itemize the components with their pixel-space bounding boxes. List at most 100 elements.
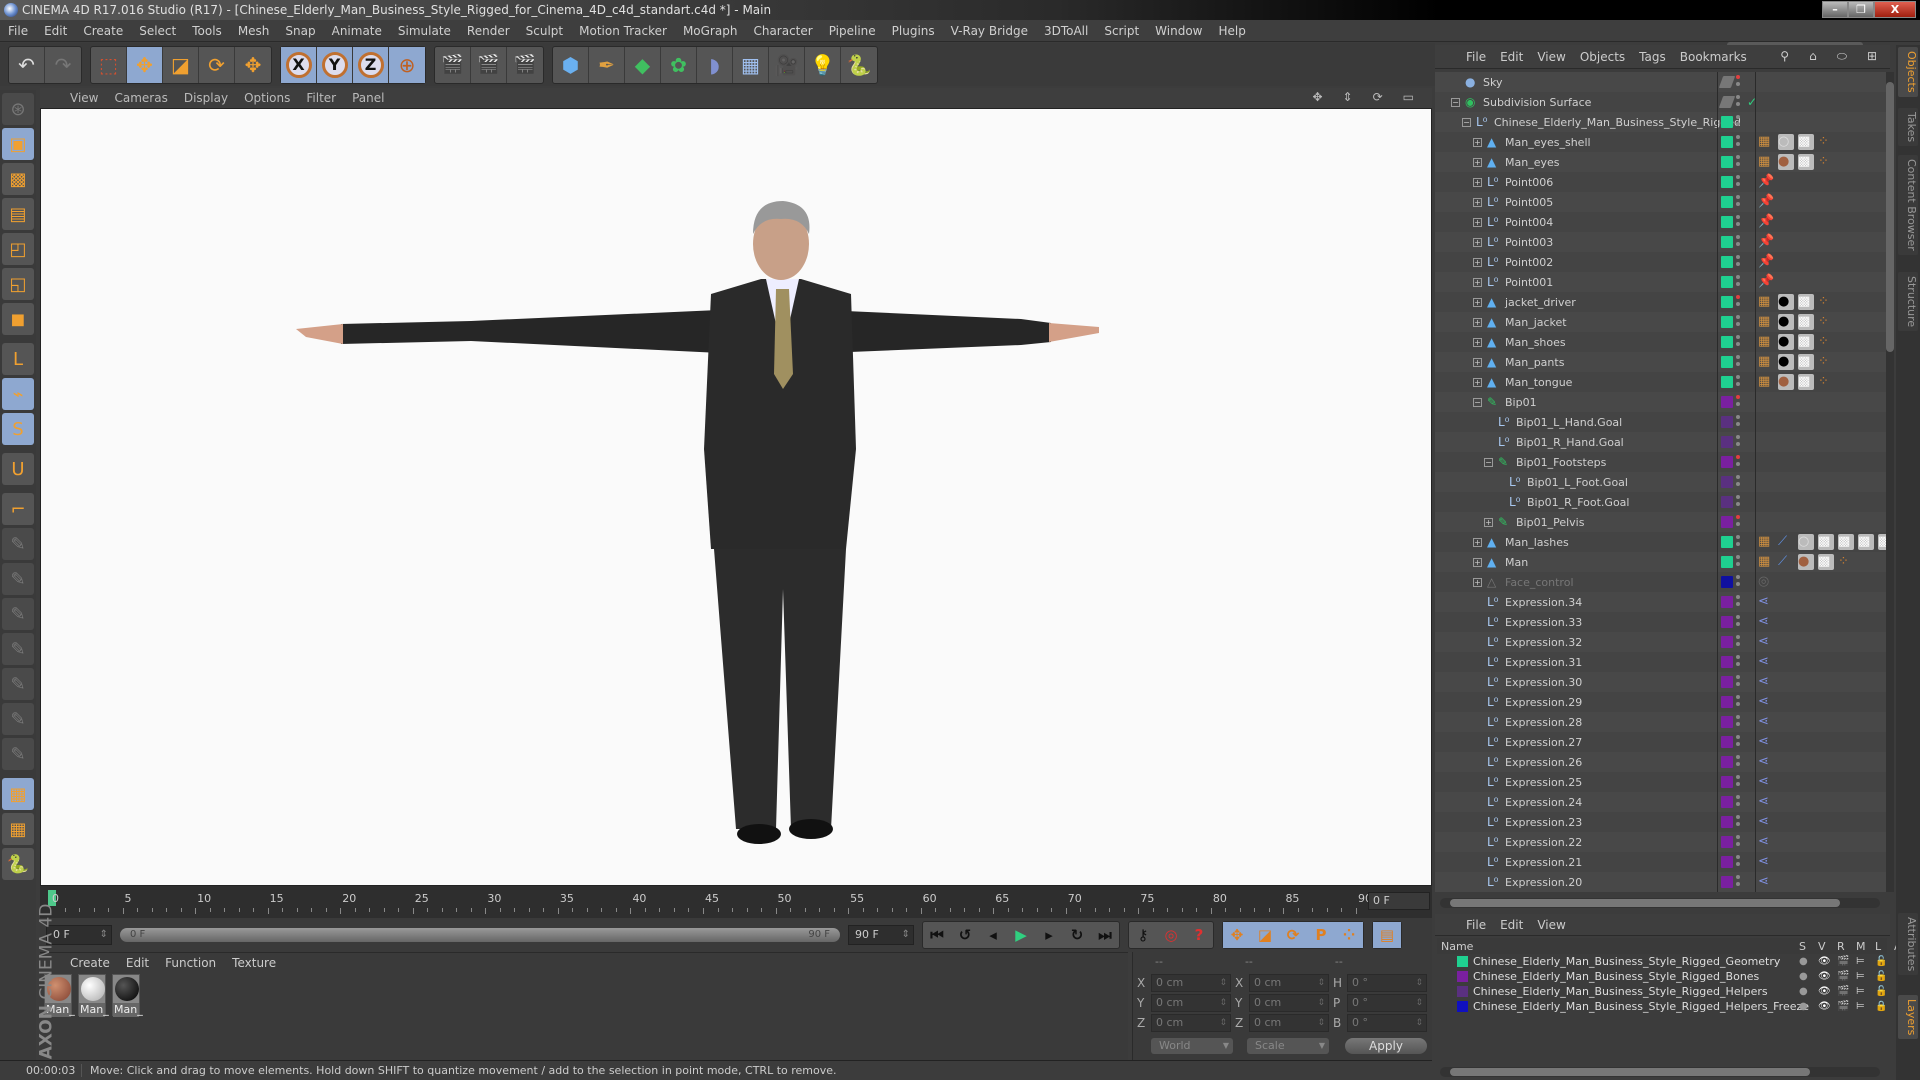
go-to-end-button[interactable]: ⏭: [1091, 922, 1119, 948]
viewport-menu-options[interactable]: Options: [236, 91, 298, 105]
pla-key-button[interactable]: ⁘: [1335, 922, 1363, 948]
material-tag-icon[interactable]: ●: [1778, 154, 1794, 170]
joint-tool-1-button[interactable]: ✎: [2, 528, 34, 560]
layer-color-swatch[interactable]: [1721, 516, 1733, 528]
solo-icon[interactable]: ●: [1799, 1001, 1808, 1012]
size-z-field[interactable]: 0 cm: [1249, 1014, 1329, 1032]
layer-row[interactable]: Chinese_Elderly_Man_Business_Style_Rigge…: [1437, 969, 1887, 984]
material-menu-function[interactable]: Function: [157, 956, 224, 970]
visibility-dots[interactable]: [1736, 335, 1740, 349]
expand-toggle-icon[interactable]: +: [1473, 577, 1482, 587]
object-row[interactable]: + L⁰ Point005 📌: [1435, 192, 1887, 212]
expand-toggle-icon[interactable]: +: [1473, 317, 1482, 327]
visibility-dots[interactable]: [1736, 815, 1740, 829]
visibility-dots[interactable]: [1736, 135, 1740, 149]
layer-color-swatch[interactable]: [1721, 476, 1733, 488]
xpresso-tag-icon[interactable]: ⋖: [1758, 694, 1774, 710]
material-tag-icon[interactable]: ●: [1778, 334, 1794, 350]
expand-toggle-icon[interactable]: +: [1473, 337, 1482, 347]
lock-icon[interactable]: 🔓: [1875, 971, 1887, 982]
visibility-dots[interactable]: [1736, 355, 1740, 369]
layer-color-swatch[interactable]: [1721, 776, 1733, 788]
expand-toggle-icon[interactable]: −: [1462, 117, 1471, 127]
material-swatch[interactable]: Man_: [78, 974, 109, 1017]
timeline-window-button[interactable]: ▤: [1373, 922, 1401, 948]
world-coordinates-button[interactable]: ⊕: [389, 46, 425, 83]
layer-none-icon[interactable]: [1718, 96, 1736, 108]
weight-tag-icon[interactable]: ▦: [1758, 154, 1774, 170]
object-row[interactable]: + ▲ Man ▦ ⟋ ● ▩ ⁘: [1435, 552, 1887, 572]
manager-icon[interactable]: ⊨: [1856, 1001, 1865, 1012]
object-row[interactable]: + ▲ Man_jacket ▦ ● ▩ ⁘: [1435, 312, 1887, 332]
object-row[interactable]: + ▲ Man_eyes ▦ ● ▩ ⁘: [1435, 152, 1887, 172]
rotate-tool-button[interactable]: ⟳: [199, 46, 235, 83]
scrollbar-thumb[interactable]: [1886, 82, 1894, 352]
layer-color-swatch[interactable]: [1721, 316, 1733, 328]
layer-color-swatch[interactable]: [1721, 796, 1733, 808]
object-row[interactable]: + L⁰ Point004 📌: [1435, 212, 1887, 232]
render-view-button[interactable]: 🎬: [435, 46, 471, 83]
layer-list-horizontal-scrollbar[interactable]: [1440, 1067, 1880, 1077]
axis-y-lock-button[interactable]: Y: [317, 46, 353, 83]
object-row[interactable]: L⁰ Expression.29 ⋖: [1435, 692, 1887, 712]
visibility-dots[interactable]: [1736, 515, 1740, 529]
object-row[interactable]: L⁰ Expression.25 ⋖: [1435, 772, 1887, 792]
object-row[interactable]: + ▲ Man_tongue ▦ ● ▩ ⁘: [1435, 372, 1887, 392]
xpresso-tag-icon[interactable]: ⋖: [1758, 854, 1774, 870]
visibility-dots[interactable]: [1736, 795, 1740, 809]
xpresso-tag-icon[interactable]: ⋖: [1758, 674, 1774, 690]
expand-toggle-icon[interactable]: −: [1473, 397, 1482, 407]
object-row[interactable]: L⁰ Expression.27 ⋖: [1435, 732, 1887, 752]
home-icon[interactable]: ⌂: [1802, 49, 1824, 64]
lock-icon[interactable]: 🔒: [1875, 1001, 1887, 1012]
lock-icon[interactable]: 🔓: [1875, 986, 1887, 997]
size-y-field[interactable]: 0 cm: [1249, 994, 1329, 1012]
current-frame-field[interactable]: 0 F: [1368, 892, 1430, 910]
autokey-button[interactable]: ?: [1185, 922, 1213, 948]
cube-button[interactable]: ⬢: [553, 46, 589, 83]
layer-color-swatch[interactable]: [1721, 436, 1733, 448]
layer-menu-file[interactable]: File: [1459, 918, 1493, 932]
object-row[interactable]: + ▲ jacket_driver ▦ ● ▩ ⁘: [1435, 292, 1887, 312]
scale-key-button[interactable]: ◪: [1251, 922, 1279, 948]
menu-character[interactable]: Character: [745, 24, 820, 38]
menu-select[interactable]: Select: [131, 24, 184, 38]
skin-tag-icon[interactable]: ⁘: [1818, 334, 1834, 350]
weight-tag-icon[interactable]: ▦: [1758, 354, 1774, 370]
visibility-dots[interactable]: [1736, 755, 1740, 769]
layer-color-swatch[interactable]: [1721, 376, 1733, 388]
side-tab-takes[interactable]: Takes: [1898, 108, 1918, 147]
layer-row[interactable]: Chinese_Elderly_Man_Business_Style_Rigge…: [1437, 999, 1887, 1014]
move-tool-button[interactable]: ✥: [127, 46, 163, 83]
object-row[interactable]: + L⁰ Point002 📌: [1435, 252, 1887, 272]
object-menu-file[interactable]: File: [1459, 50, 1493, 64]
object-row[interactable]: L⁰ Bip01_R_Foot.Goal: [1435, 492, 1887, 512]
layer-color-swatch[interactable]: [1721, 256, 1733, 268]
menu-motion-tracker[interactable]: Motion Tracker: [571, 24, 675, 38]
menu-plugins[interactable]: Plugins: [884, 24, 943, 38]
manager-icon[interactable]: ⊨: [1856, 956, 1865, 967]
object-row[interactable]: − L⁰ Chinese_Elderly_Man_Business_Style_Ri…: [1435, 112, 1887, 132]
camera-button[interactable]: 🎥: [769, 46, 805, 83]
object-list-horizontal-scrollbar[interactable]: [1440, 898, 1880, 908]
side-tab-structure[interactable]: Structure: [1898, 272, 1918, 332]
visibility-dots[interactable]: [1736, 175, 1740, 189]
deformer-button[interactable]: ◗: [697, 46, 733, 83]
visibility-dots[interactable]: [1736, 675, 1740, 689]
menu-help[interactable]: Help: [1210, 24, 1253, 38]
uvw-tag-icon[interactable]: ▩: [1798, 154, 1814, 170]
expand-toggle-icon[interactable]: −: [1451, 97, 1460, 107]
visibility-dots[interactable]: [1736, 775, 1740, 789]
python-button[interactable]: 🐍: [2, 848, 34, 880]
visibility-dots[interactable]: [1736, 215, 1740, 229]
skin-tag-icon[interactable]: ⁘: [1818, 354, 1834, 370]
layer-color-swatch[interactable]: [1721, 176, 1733, 188]
layer-color-swatch[interactable]: [1721, 236, 1733, 248]
visibility-dots[interactable]: [1736, 635, 1740, 649]
xpresso-tag-icon[interactable]: ⋖: [1758, 714, 1774, 730]
render-icon[interactable]: 🎬: [1837, 1001, 1849, 1012]
layer-color-swatch[interactable]: [1721, 876, 1733, 888]
skin-tag-icon[interactable]: ⁘: [1818, 374, 1834, 390]
axis-z-lock-button[interactable]: Z: [353, 46, 389, 83]
layer-column-name[interactable]: Name: [1441, 940, 1473, 953]
